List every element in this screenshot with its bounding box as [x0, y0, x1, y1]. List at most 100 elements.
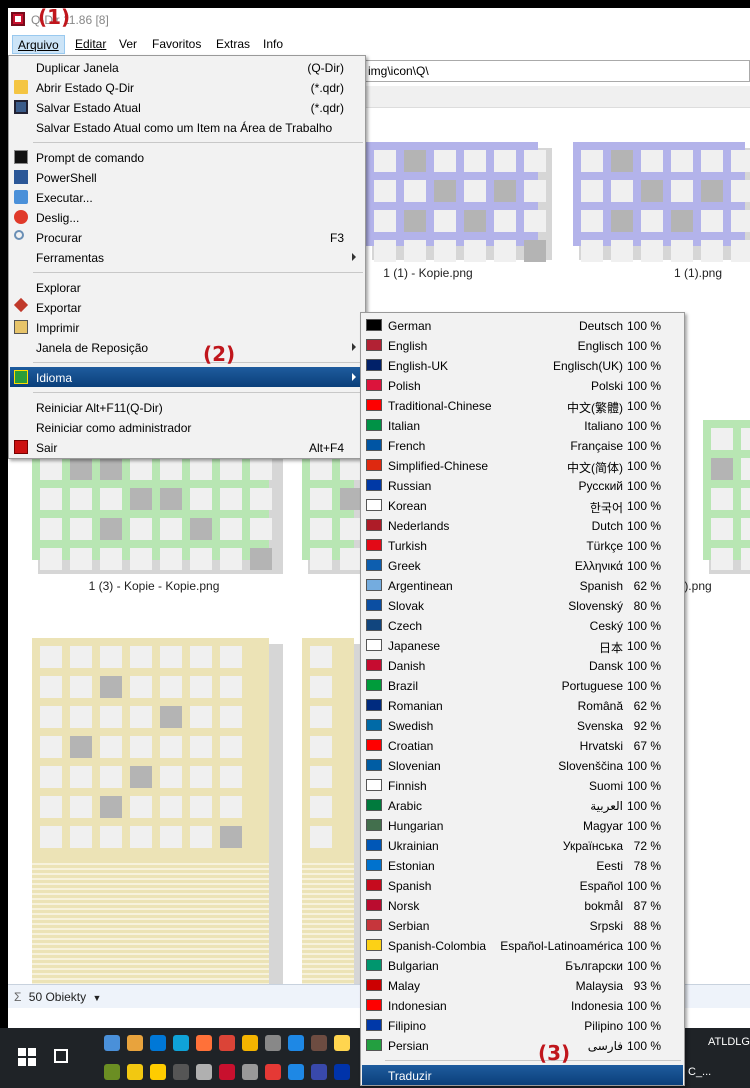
image-cell [464, 240, 486, 262]
language-item-simplified-chinese[interactable]: Simplified-Chinese 中文(简体) 100 % [362, 455, 683, 475]
taskbar-app-icon[interactable] [219, 1035, 235, 1051]
taskbar-app-icon[interactable] [219, 1064, 235, 1080]
address-bar[interactable]: img\icon\Q\ [363, 60, 750, 82]
language-item-arabic[interactable]: Arabic العربية 100 % [362, 795, 683, 815]
q-dir-app-icon[interactable] [11, 12, 25, 26]
taskbar-app-icon[interactable] [265, 1035, 281, 1051]
menu-item-salvar-estado-atual[interactable]: Salvar Estado Atual (*.qdr) [10, 97, 364, 117]
language-item-argentinean[interactable]: Argentinean Spanish 62 % [362, 575, 683, 595]
menu-item-powershell[interactable]: PowerShell [10, 167, 364, 187]
menu-info[interactable]: Info [258, 35, 288, 54]
file-thumbnail[interactable] [573, 142, 750, 262]
file-thumbnail[interactable] [366, 142, 554, 262]
menu-item-imprimir[interactable]: Imprimir [10, 317, 364, 337]
menu-item-janela-de-reposi-o[interactable]: Janela de Reposição [10, 337, 364, 357]
language-item-swedish[interactable]: Swedish Svenska 92 % [362, 715, 683, 735]
taskbar-app-icon[interactable] [242, 1064, 258, 1080]
language-item-traditional-chinese[interactable]: Traditional-Chinese 中文(繁體) 100 % [362, 395, 683, 415]
menu-item-ferramentas[interactable]: Ferramentas [10, 247, 364, 267]
taskbar-app-icon[interactable] [127, 1064, 143, 1080]
status-count[interactable]: 50 Obiekty [29, 990, 86, 1004]
language-item-polish[interactable]: Polish Polski 100 % [362, 375, 683, 395]
menu-item-idioma[interactable]: Idioma [10, 367, 364, 387]
menu-item-procurar[interactable]: Procurar F3 [10, 227, 364, 247]
windows-start-icon[interactable] [18, 1048, 36, 1066]
file-name[interactable]: 1 (3) - Kopie - Kopie.png [24, 579, 284, 593]
menu-ver[interactable]: Ver [114, 35, 142, 54]
menu-item-duplicar-janela[interactable]: Duplicar Janela (Q-Dir) [10, 57, 364, 77]
language-item-danish[interactable]: Danish Dansk 100 % [362, 655, 683, 675]
language-item-estonian[interactable]: Estonian Eesti 78 % [362, 855, 683, 875]
language-item-filipino[interactable]: Filipino Pilipino 100 % [362, 1015, 683, 1035]
file-thumbnail[interactable] [703, 420, 750, 576]
menu-item-executar[interactable]: Executar... [10, 187, 364, 207]
taskbar-app-icon[interactable] [104, 1064, 120, 1080]
menu-item-explorar[interactable]: Explorar [10, 277, 364, 297]
menu-favoritos[interactable]: Favoritos [147, 35, 206, 54]
taskbar-app-icon[interactable] [334, 1064, 350, 1080]
chevron-down-icon[interactable]: ▼ [92, 993, 101, 1003]
menu-item-sair[interactable]: Sair Alt+F4 [10, 437, 364, 457]
language-item-finnish[interactable]: Finnish Suomi 100 % [362, 775, 683, 795]
language-item-malay[interactable]: Malay Malaysia 93 % [362, 975, 683, 995]
taskbar-app-icon[interactable] [265, 1064, 281, 1080]
taskbar-app-icon[interactable] [127, 1035, 143, 1051]
language-item-korean[interactable]: Korean 한국어 100 % [362, 495, 683, 515]
language-item-romanian[interactable]: Romanian Română 62 % [362, 695, 683, 715]
language-item-slovenian[interactable]: Slovenian Slovenščina 100 % [362, 755, 683, 775]
language-item-spanish-colombia[interactable]: Spanish-Colombia Español-Latinoamérica 100… [362, 935, 683, 955]
menu-item-deslig[interactable]: Deslig... [10, 207, 364, 227]
language-item-spanish[interactable]: Spanish Español 100 % [362, 875, 683, 895]
taskbar-app-icon[interactable] [288, 1064, 304, 1080]
taskbar-window-label[interactable]: ATLDLG [708, 1036, 750, 1048]
menu-arquivo[interactable]: Arquivo [12, 35, 65, 54]
menu-item-prompt-de-comando[interactable]: Prompt de comando [10, 147, 364, 167]
taskbar-window-label[interactable]: C_... [688, 1066, 711, 1078]
language-item-persian[interactable]: Persian فارسی 100 % [362, 1035, 683, 1055]
taskbar-app-icon[interactable] [311, 1035, 327, 1051]
file-name[interactable]: 1 (1).png [568, 266, 750, 280]
task-view-icon[interactable] [54, 1049, 68, 1063]
taskbar-app-icon[interactable] [104, 1035, 120, 1051]
menu-item-exportar[interactable]: Exportar [10, 297, 364, 317]
taskbar-app-icon[interactable] [173, 1035, 189, 1051]
language-item-indonesian[interactable]: Indonesian Indonesia 100 % [362, 995, 683, 1015]
taskbar-app-icon[interactable] [150, 1035, 166, 1051]
language-name: English [388, 339, 428, 353]
menu-item-reiniciar-alt-f11-q-dir[interactable]: Reiniciar Alt+F11(Q-Dir) [10, 397, 364, 417]
taskbar-app-icon[interactable] [196, 1035, 212, 1051]
language-item-russian[interactable]: Russian Русский 100 % [362, 475, 683, 495]
language-item-hungarian[interactable]: Hungarian Magyar 100 % [362, 815, 683, 835]
taskbar-app-icon[interactable] [311, 1064, 327, 1080]
language-item-brazil[interactable]: Brazil Portuguese 100 % [362, 675, 683, 695]
taskbar-app-icon[interactable] [242, 1035, 258, 1051]
language-item-french[interactable]: French Française 100 % [362, 435, 683, 455]
language-item-english-uk[interactable]: English-UK Englisch(UK) 100 % [362, 355, 683, 375]
language-item-norsk[interactable]: Norsk bokmål 87 % [362, 895, 683, 915]
language-item-nederlands[interactable]: Nederlands Dutch 100 % [362, 515, 683, 535]
taskbar-app-icon[interactable] [173, 1064, 189, 1080]
menu-item-reiniciar-como-administrador[interactable]: Reiniciar como administrador [10, 417, 364, 437]
menu-item-abrir-estado-q-dir[interactable]: Abrir Estado Q-Dir (*.qdr) [10, 77, 364, 97]
language-item-serbian[interactable]: Serbian Srpski 88 % [362, 915, 683, 935]
language-item-german[interactable]: German Deutsch 100 % [362, 315, 683, 335]
language-item-bulgarian[interactable]: Bulgarian Български 100 % [362, 955, 683, 975]
menu-item-traduzir[interactable]: Traduzir [362, 1065, 683, 1085]
taskbar-app-icon[interactable] [288, 1035, 304, 1051]
language-item-ukrainian[interactable]: Ukrainian Українська 72 % [362, 835, 683, 855]
language-item-czech[interactable]: Czech Ceský 100 % [362, 615, 683, 635]
menu-item-salvar-estado-atual-como-um-item-na-rea-de-trabalho[interactable]: Salvar Estado Atual como um Item na Área… [10, 117, 364, 137]
taskbar-app-icon[interactable] [150, 1064, 166, 1080]
file-thumbnail[interactable] [32, 638, 285, 984]
language-item-japanese[interactable]: Japanese 日本 100 % [362, 635, 683, 655]
menu-editar[interactable]: Editar [70, 35, 111, 54]
language-item-greek[interactable]: Greek Ελληνικά 100 % [362, 555, 683, 575]
language-item-english[interactable]: English Englisch 100 % [362, 335, 683, 355]
language-item-italian[interactable]: Italian Italiano 100 % [362, 415, 683, 435]
language-item-croatian[interactable]: Croatian Hrvatski 67 % [362, 735, 683, 755]
language-item-turkish[interactable]: Turkish Türkçe 100 % [362, 535, 683, 555]
taskbar-app-icon[interactable] [196, 1064, 212, 1080]
language-item-slovak[interactable]: Slovak Slovenský 80 % [362, 595, 683, 615]
menu-extras[interactable]: Extras [211, 35, 255, 54]
taskbar-app-icon[interactable] [334, 1035, 350, 1051]
